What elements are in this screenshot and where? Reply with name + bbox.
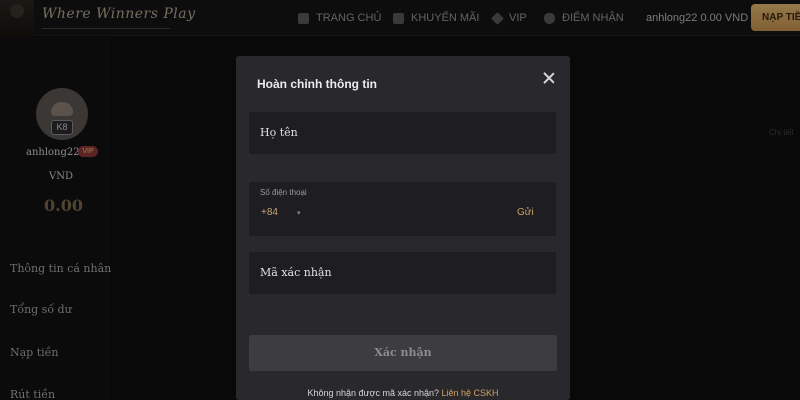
phone-input[interactable] bbox=[309, 202, 509, 222]
footer-text: Không nhận được mã xác nhận? bbox=[307, 388, 442, 398]
full-name-field[interactable]: Họ tên bbox=[249, 112, 556, 154]
phone-label: Số điện thoại bbox=[260, 188, 307, 197]
contact-support-link[interactable]: Liên hệ CSKH bbox=[441, 388, 498, 398]
full-name-placeholder: Họ tên bbox=[260, 126, 298, 139]
verification-code-field[interactable]: Mã xác nhận bbox=[249, 252, 556, 294]
verification-code-placeholder: Mã xác nhận bbox=[260, 266, 332, 279]
close-icon[interactable] bbox=[541, 70, 557, 86]
confirm-button[interactable]: Xác nhận bbox=[249, 335, 557, 371]
phone-field[interactable]: Số điện thoại +84 ▾ Gửi bbox=[249, 182, 556, 236]
send-code-button[interactable]: Gửi bbox=[517, 207, 534, 218]
modal-title: Hoàn chỉnh thông tin bbox=[257, 77, 377, 91]
footer-note: Không nhận được mã xác nhận? Liên hệ CSK… bbox=[236, 388, 570, 398]
country-code-select[interactable]: +84 bbox=[261, 207, 278, 218]
complete-info-modal: Hoàn chỉnh thông tin Họ tên Số điện thoạ… bbox=[236, 56, 570, 400]
chevron-down-icon[interactable]: ▾ bbox=[297, 209, 301, 217]
